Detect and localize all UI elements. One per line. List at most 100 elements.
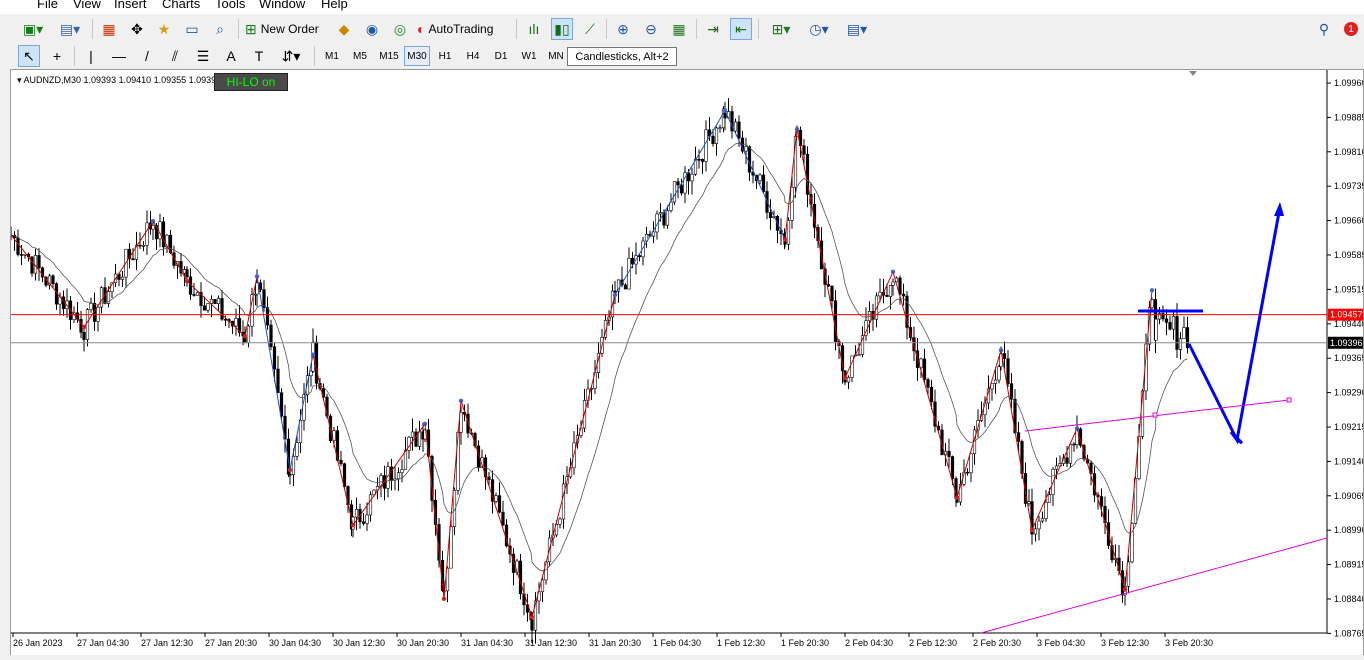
search-icon: ⚲	[1318, 20, 1330, 37]
strategy-tester-button[interactable]: ⌕	[209, 18, 231, 40]
market-button[interactable]: ◉	[361, 18, 383, 40]
bar-chart-button[interactable]: ılı	[523, 18, 545, 40]
hilo-button[interactable]: HI-LO on	[214, 73, 288, 91]
arrows-button[interactable]: ⇵▾	[276, 45, 306, 67]
indicators-button[interactable]: ⊞▾	[764, 18, 798, 40]
menu-charts[interactable]: Charts	[162, 0, 200, 11]
candle-body	[494, 495, 498, 502]
candle-body	[857, 354, 861, 356]
chart-shift-button[interactable]: ⇤	[730, 18, 752, 40]
market-watch-button[interactable]: ▦	[98, 18, 120, 40]
time-tick-label: 1 Feb 04:30	[653, 638, 701, 648]
timeframe-h1[interactable]: H1	[433, 46, 457, 66]
candle-body	[202, 305, 207, 311]
menu-file[interactable]: File	[37, 0, 58, 11]
projection-arrow-head-up	[1274, 202, 1284, 216]
data-window-button[interactable]: ★	[153, 18, 175, 40]
candlestick-icon: ▮▯	[554, 20, 570, 37]
candle-body	[1164, 318, 1169, 323]
trendline-button[interactable]: /	[136, 45, 158, 67]
candle-body	[246, 325, 251, 344]
menu-window[interactable]: Window	[259, 0, 305, 11]
zigzag-segment	[244, 276, 258, 337]
candle-body	[802, 145, 806, 155]
timeframe-w1[interactable]: W1	[517, 46, 541, 66]
timeframe-m1[interactable]: M1	[320, 46, 344, 66]
candle-body	[1016, 432, 1021, 442]
cursor-icon: ↖	[23, 47, 35, 64]
zoom-out-button[interactable]: ⊖	[640, 18, 662, 40]
fibonacci-button[interactable]: ☰	[192, 45, 214, 67]
new-order-button[interactable]: ⊞ New Order	[245, 18, 319, 40]
candle-body	[1054, 465, 1059, 470]
menu-tools[interactable]: Tools	[215, 0, 245, 11]
price-tick-label: 1.09515	[1334, 284, 1364, 294]
menu-view[interactable]: View	[73, 0, 101, 11]
text-label-button[interactable]: T	[248, 45, 270, 67]
text-button[interactable]: A	[220, 45, 242, 67]
vertical-line-button[interactable]: |	[80, 45, 102, 67]
search-button[interactable]: ⚲	[1313, 18, 1335, 40]
time-tick-label: 1 Feb 20:30	[781, 638, 829, 648]
candle-body	[192, 294, 196, 296]
profiles-button[interactable]: ▤▾	[55, 18, 85, 40]
autotrading-icon: ◐	[417, 21, 426, 37]
candle-body	[141, 245, 146, 247]
navigator-button[interactable]: ✥	[126, 18, 148, 40]
crosshair-icon: ✥	[131, 20, 143, 37]
candle-body	[790, 186, 794, 221]
candle-body	[1047, 494, 1052, 503]
candlesticks-button[interactable]: ▮▯	[551, 18, 573, 40]
candle-body	[1033, 528, 1038, 535]
drawing-toolbar: ↖ + | — / ⫽ ☰ A T ⇵▾ M1 M5 M15 M30 H1 H4…	[0, 44, 1364, 68]
candle-body	[396, 472, 401, 480]
time-tick-label: 31 Jan 12:30	[525, 638, 577, 648]
chart-window[interactable]: 1.09960 1.09885 1.09810 1.09735 1.09660 1.095…	[10, 69, 1364, 660]
price-tick-label: 1.08915	[1334, 560, 1364, 570]
zoom-in-icon: ⊕	[617, 20, 629, 37]
candle-body	[213, 299, 217, 304]
candle-body	[929, 386, 934, 403]
horizontal-line-button[interactable]: —	[108, 45, 130, 67]
periods-button[interactable]: ◷▾	[802, 18, 836, 40]
symbol-line: AUDNZD,M30 1.09393 1.09410 1.09355 1.093…	[23, 75, 222, 85]
equidistant-channel-button[interactable]: ⫽	[164, 45, 186, 67]
timeframe-m30[interactable]: M30	[404, 46, 430, 66]
candle-body	[676, 181, 680, 186]
templates-button[interactable]: ▤▾	[840, 18, 874, 40]
fibonacci-icon: ☰	[196, 47, 210, 64]
timeframe-d1[interactable]: D1	[489, 46, 513, 66]
tile-windows-button[interactable]: ▦	[668, 18, 690, 40]
cursor-button[interactable]: ↖	[18, 45, 40, 67]
timeframe-h4[interactable]: H4	[461, 46, 485, 66]
candle-body	[120, 276, 125, 280]
candle-body	[354, 508, 359, 518]
horizontal-line-icon: —	[112, 48, 126, 64]
zigzag-segment	[460, 400, 533, 618]
terminal-button[interactable]: ▭	[181, 18, 203, 40]
zoom-in-button[interactable]: ⊕	[612, 18, 634, 40]
time-tick-label: 31 Jan 20:30	[589, 638, 641, 648]
menu-insert[interactable]: Insert	[114, 0, 147, 11]
candle-body	[368, 494, 373, 516]
notifications-button[interactable]: 1	[1340, 18, 1362, 40]
timeframe-m15[interactable]: M15	[376, 46, 402, 66]
candle-body	[965, 471, 970, 474]
new-chart-button[interactable]: ▣▾	[18, 18, 48, 40]
auto-scroll-button[interactable]: ⇥	[702, 18, 724, 40]
menu-help[interactable]: Help	[321, 0, 348, 11]
autotrading-button[interactable]: ◐ AutoTrading	[417, 18, 493, 40]
line-chart-button[interactable]: ⟋	[579, 18, 601, 40]
price-chart[interactable]: 1.09960 1.09885 1.09810 1.09735 1.09660 1.095…	[11, 70, 1364, 660]
bar-chart-icon: ılı	[528, 21, 540, 37]
zigzag-segment	[289, 354, 314, 470]
signals-button[interactable]: ◆	[333, 18, 355, 40]
candle-body	[79, 318, 83, 333]
vps-button[interactable]: ◎	[389, 18, 411, 40]
crosshair-button[interactable]: +	[46, 45, 68, 67]
timeframe-m5[interactable]: M5	[348, 46, 372, 66]
candle-body	[922, 358, 927, 380]
time-tick-label: 2 Feb 04:30	[845, 638, 893, 648]
timeframe-mn[interactable]: MN	[545, 46, 567, 66]
candle-body	[786, 220, 791, 245]
